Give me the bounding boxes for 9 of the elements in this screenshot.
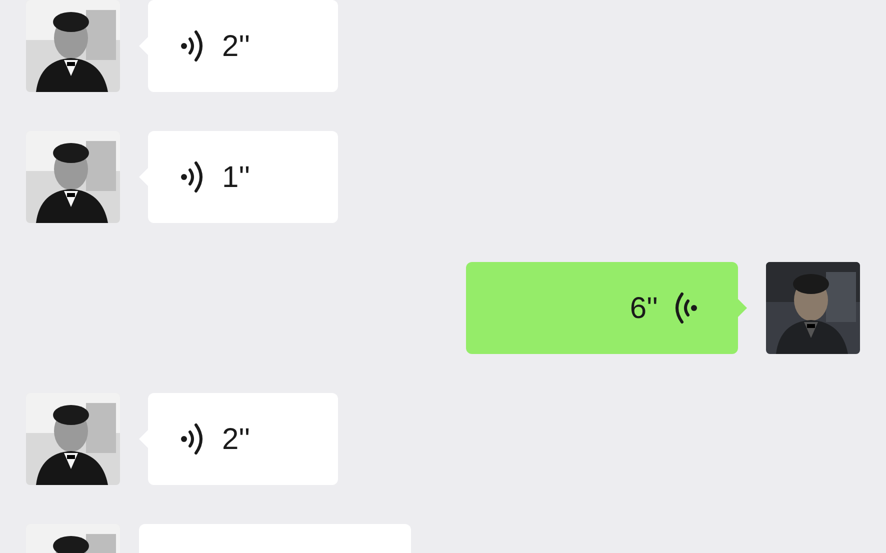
voice-duration: 2'' (222, 28, 250, 64)
voice-message-bubble[interactable]: 2'' (148, 0, 338, 92)
voice-message-bubble[interactable]: 6'' (466, 262, 738, 354)
voice-duration: 2'' (222, 422, 250, 458)
bubble-tail (738, 299, 747, 317)
voice-duration: 1'' (222, 160, 250, 196)
voice-message-bubble[interactable]: 1'' (148, 131, 338, 223)
voice-message-bubble[interactable]: 2'' (148, 393, 338, 485)
voice-duration: 6'' (630, 290, 658, 326)
